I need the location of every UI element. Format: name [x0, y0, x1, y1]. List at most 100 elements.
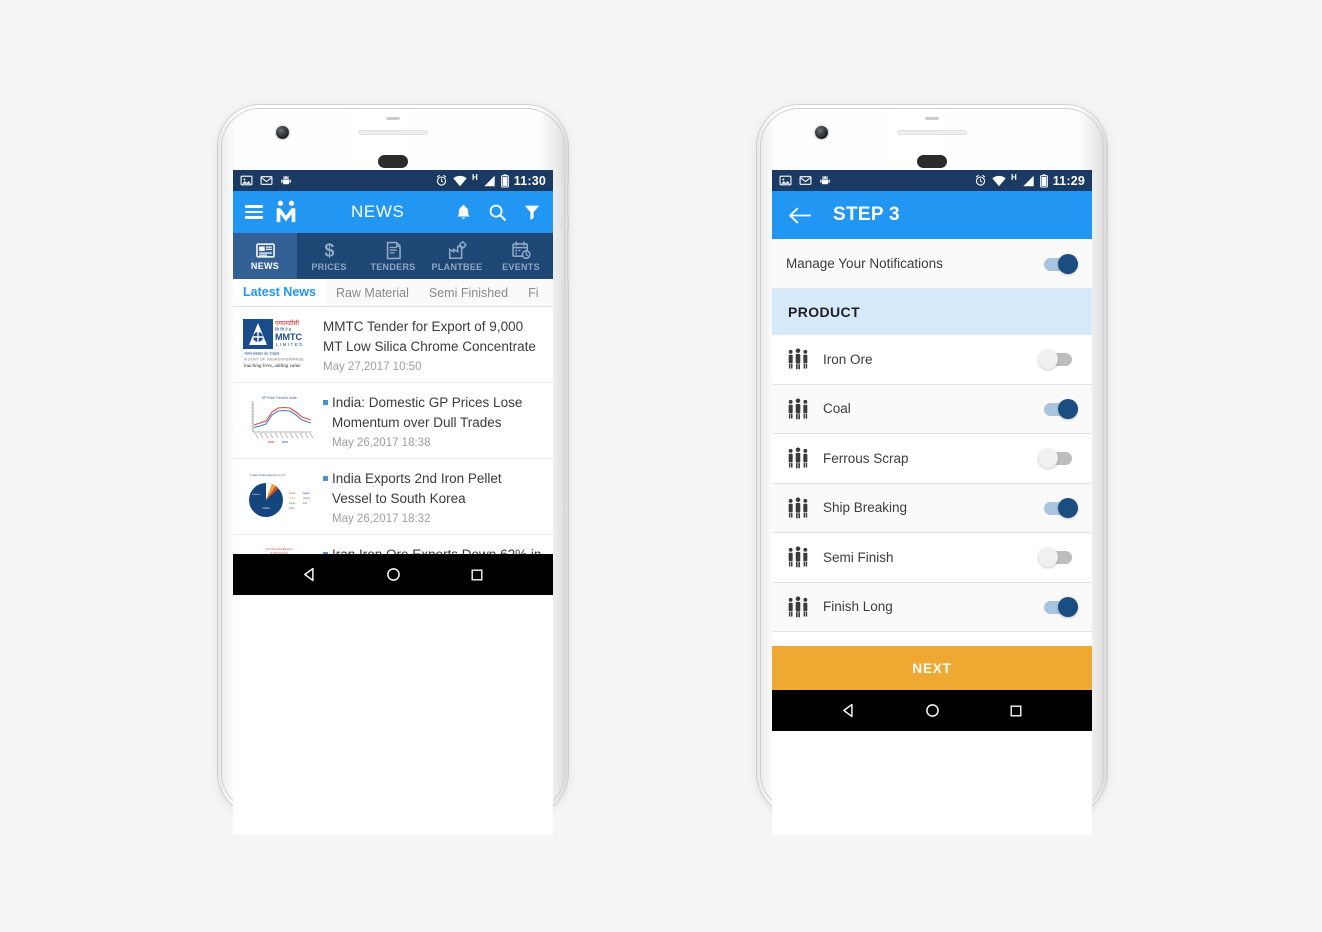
- nav-tab-plantbee[interactable]: PLANTBEE: [425, 233, 489, 279]
- unread-marker: [323, 476, 328, 482]
- subtab-finished[interactable]: Fi: [518, 279, 548, 306]
- calendar-clock-icon: [511, 240, 531, 260]
- product-toggle[interactable]: [1038, 547, 1078, 568]
- app-bar: NEWS: [233, 191, 553, 233]
- image-icon: [240, 174, 253, 187]
- back-triangle-icon[interactable]: [840, 702, 857, 719]
- product-toggle[interactable]: [1038, 596, 1078, 617]
- product-row-finish-long[interactable]: Finish Long: [772, 582, 1092, 632]
- list-item[interactable]: Iran Iron Ore Exports (in MnT) Apr'17: [233, 535, 553, 554]
- page-title: STEP 3: [833, 204, 900, 225]
- sensor-pill: [917, 155, 947, 168]
- manage-notifications-toggle[interactable]: [1038, 253, 1078, 274]
- status-bar-clock: 11:30: [513, 173, 546, 188]
- back-triangle-icon[interactable]: [301, 566, 318, 583]
- people-group-icon: [786, 546, 810, 568]
- news-content: MMTC Tender for Export of 9,000 MT Low S…: [323, 317, 544, 373]
- people-group-icon: [786, 348, 810, 370]
- home-circle-icon[interactable]: [924, 702, 941, 719]
- alarm-icon: [974, 174, 987, 187]
- list-item[interactable]: Indian Pellet Exports in FY China S.Kore…: [233, 459, 553, 536]
- svg-text:Iran: Iran: [303, 502, 308, 505]
- subtab-latest-news[interactable]: Latest News: [233, 279, 326, 306]
- product-toggle[interactable]: [1038, 497, 1078, 518]
- news-title: MMTC Tender for Export of 9,000 MT Low S…: [323, 319, 536, 354]
- phone-device-right: H 11:29 STEP 3 Manage Your Notifications…: [757, 105, 1109, 835]
- back-arrow-icon[interactable]: [788, 206, 811, 225]
- nav-tab-label: NEWS: [250, 260, 280, 271]
- factory-gear-icon: [448, 240, 467, 260]
- svg-text:touching lives, adding value: touching lives, adding value: [244, 364, 301, 369]
- product-toggle[interactable]: [1038, 349, 1078, 370]
- product-toggle[interactable]: [1038, 398, 1078, 419]
- line-chart-thumbnail: GP Price Trend in India: [242, 393, 316, 446]
- recents-square-icon[interactable]: [469, 567, 485, 583]
- people-group-icon: [786, 596, 810, 618]
- nav-tab-label: PLANTBEE: [431, 261, 483, 272]
- product-row-ship-breaking[interactable]: Ship Breaking: [772, 483, 1092, 533]
- manage-notifications-row[interactable]: Manage Your Notifications: [772, 239, 1092, 289]
- next-button[interactable]: NEXT: [772, 646, 1092, 690]
- status-bar-clock: 11:29: [1052, 173, 1085, 188]
- recents-square-icon[interactable]: [1008, 703, 1024, 719]
- front-camera-icon: [276, 126, 289, 139]
- product-row-iron-ore[interactable]: Iron Ore: [772, 335, 1092, 385]
- nav-tab-news[interactable]: NEWS: [233, 233, 297, 279]
- svg-text:GP Price Trend in India: GP Price Trend in India: [262, 396, 297, 400]
- nav-tab-tenders[interactable]: TENDERS: [361, 233, 425, 279]
- product-row-coal[interactable]: Coal: [772, 384, 1092, 434]
- nav-tab-events[interactable]: EVENTS: [489, 233, 553, 279]
- bottom-nav-tabs: NEWS $ PRICES TENDERS PLANTBEE EVENTS: [233, 233, 553, 279]
- network-type-label: H: [471, 172, 478, 182]
- news-list[interactable]: एमएमटीसी लि मि टे ड MMTC LIMITED भारत सर…: [233, 307, 553, 554]
- volume-button[interactable]: [1106, 229, 1109, 281]
- svg-text:LIMITED: LIMITED: [276, 342, 304, 347]
- pie-chart-thumbnail: Indian Pellet Exports in FY China S.Kore…: [242, 469, 316, 522]
- volume-button[interactable]: [567, 229, 570, 281]
- list-item[interactable]: GP Price Trend in India India: Domestic …: [233, 383, 553, 460]
- product-label: Semi Finish: [823, 549, 894, 565]
- document-pen-icon: [385, 241, 402, 260]
- steelmint-m-logo[interactable]: [275, 200, 297, 224]
- news-title: India: Domestic GP Prices Lose Momentum …: [332, 395, 523, 430]
- product-label: Ferrous Scrap: [823, 450, 909, 466]
- page-title: NEWS: [351, 202, 405, 221]
- power-button[interactable]: [567, 183, 570, 217]
- unread-marker: [323, 400, 328, 406]
- nav-tab-label: TENDERS: [370, 261, 416, 272]
- svg-text:Iran Iron Ore Exports: Iran Iron Ore Exports: [266, 547, 294, 551]
- home-circle-icon[interactable]: [385, 566, 402, 583]
- product-row-ferrous-scrap[interactable]: Ferrous Scrap: [772, 434, 1092, 484]
- signal-icon: [483, 175, 496, 187]
- bar-chart-thumbnail: Iran Iron Ore Exports (in MnT) Apr'17: [242, 545, 316, 554]
- power-button[interactable]: [1106, 183, 1109, 217]
- filter-icon[interactable]: [523, 203, 541, 221]
- notifications-bell-icon[interactable]: [455, 203, 472, 222]
- mmtc-logo-thumbnail: एमएमटीसी लि मि टे ड MMTC LIMITED भारत सर…: [242, 317, 316, 369]
- subtab-raw-material[interactable]: Raw Material: [326, 279, 419, 306]
- section-header-product: PRODUCT: [772, 289, 1092, 335]
- battery-icon: [500, 173, 509, 188]
- network-type-label: H: [1010, 172, 1017, 182]
- wifi-icon: [453, 175, 467, 187]
- subtab-semi-finished[interactable]: Semi Finished: [419, 279, 518, 306]
- search-icon[interactable]: [488, 203, 507, 222]
- phone-screen-left: H 11:30 NEWS NEWS $ PRICES TENDERS PLANT…: [233, 170, 553, 835]
- svg-text:भारत सरकार का उपक्रम: भारत सरकार का उपक्रम: [244, 351, 280, 356]
- news-timestamp: May 27,2017 10:50: [323, 361, 422, 374]
- newspaper-icon: [255, 242, 275, 259]
- app-bar: STEP 3: [772, 191, 1092, 239]
- svg-text:MMTC: MMTC: [275, 332, 302, 342]
- status-bar: H 11:29: [772, 170, 1092, 191]
- nav-tab-prices[interactable]: $ PRICES: [297, 233, 361, 279]
- battery-icon: [1039, 173, 1048, 188]
- product-row-semi-finish[interactable]: Semi Finish: [772, 533, 1092, 583]
- people-group-icon: [786, 497, 810, 519]
- nav-tab-label: EVENTS: [502, 261, 540, 272]
- hamburger-menu-icon[interactable]: [245, 205, 263, 219]
- product-row-partial[interactable]: [772, 632, 1092, 646]
- svg-text:Japan: Japan: [303, 492, 310, 495]
- people-group-icon: [786, 447, 810, 469]
- list-item[interactable]: एमएमटीसी लि मि टे ड MMTC LIMITED भारत सर…: [233, 307, 553, 384]
- product-toggle[interactable]: [1038, 448, 1078, 469]
